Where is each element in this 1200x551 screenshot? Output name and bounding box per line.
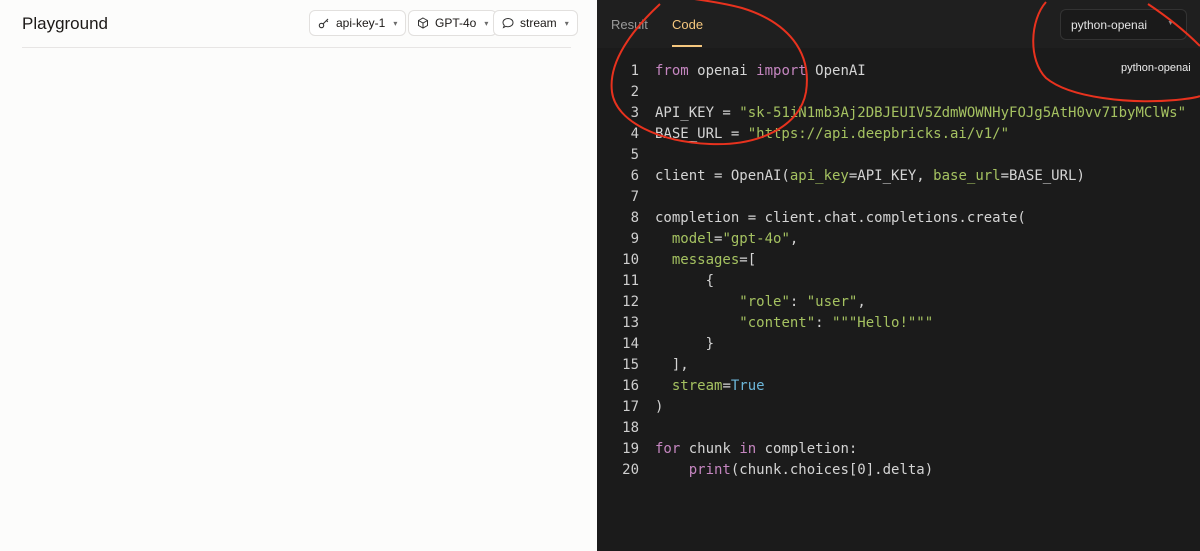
- line-number: 5: [630, 147, 639, 163]
- language-tooltip: python-openai: [1121, 62, 1191, 74]
- line-number: 19: [622, 441, 639, 457]
- line-number: 20: [622, 462, 639, 478]
- cube-icon: [417, 17, 429, 29]
- line-number: 3: [630, 105, 639, 121]
- active-tab-indicator: [672, 45, 702, 47]
- line-number: 13: [622, 315, 639, 331]
- model-select[interactable]: GPT-4o ▾: [408, 10, 498, 36]
- line-number: 7: [630, 189, 639, 205]
- chevron-down-icon: ▾: [484, 18, 489, 28]
- line-number: 12: [622, 294, 639, 310]
- stream-label: stream: [520, 16, 557, 30]
- tab-code[interactable]: Code: [672, 17, 703, 32]
- line-number: 11: [622, 273, 639, 289]
- language-label: python-openai: [1071, 17, 1148, 32]
- tab-result[interactable]: Result: [611, 17, 648, 32]
- line-number: 17: [622, 399, 639, 415]
- api-key-select[interactable]: api-key-1 ▾: [309, 10, 407, 36]
- line-number: 2: [630, 84, 639, 100]
- line-number: 15: [622, 357, 639, 373]
- language-select[interactable]: python-openai ▼: [1060, 9, 1187, 40]
- line-number: 10: [622, 252, 639, 268]
- tab-bar: Result Code python-openai ▼: [597, 0, 1200, 48]
- api-key-label: api-key-1: [336, 16, 386, 30]
- line-number: 16: [622, 378, 639, 394]
- line-number: 8: [630, 210, 639, 226]
- chat-bubble-icon: [502, 17, 514, 29]
- playground-header: Playground api-key-1 ▾ GPT-4o ▾ stream ▾: [22, 0, 578, 48]
- line-number: 14: [622, 336, 639, 352]
- line-number: 4: [630, 126, 639, 142]
- key-icon: [318, 17, 330, 29]
- playground-panel: Playground api-key-1 ▾ GPT-4o ▾ stream ▾: [0, 0, 597, 551]
- chevron-down-icon: ▼: [1167, 20, 1174, 27]
- chevron-down-icon: ▾: [564, 18, 569, 28]
- page-title: Playground: [22, 14, 109, 33]
- line-number: 18: [622, 420, 639, 436]
- code-panel: Result Code python-openai ▼ python-opena…: [597, 0, 1200, 551]
- stream-select[interactable]: stream ▾: [493, 10, 578, 36]
- line-number: 9: [630, 231, 639, 247]
- chevron-down-icon: ▾: [393, 18, 398, 28]
- line-number: 1: [630, 63, 639, 79]
- model-label: GPT-4o: [435, 16, 477, 30]
- line-number: 6: [630, 168, 639, 184]
